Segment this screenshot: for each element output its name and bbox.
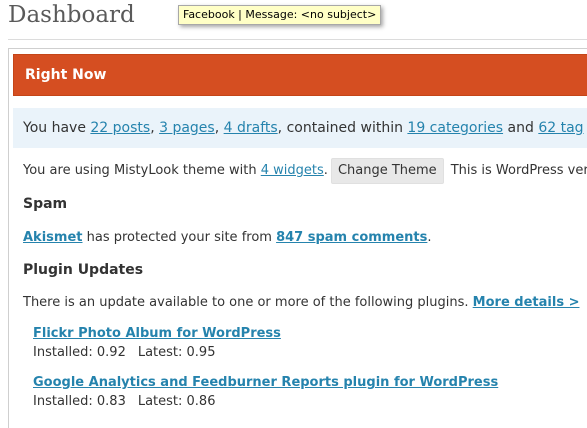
tags-link[interactable]: 62 tag xyxy=(538,120,583,136)
content-stats-row: You have 22 posts, 3 pages, 4 drafts, co… xyxy=(13,108,587,148)
plugin-version-google-analytics: Installed: 0.83 Latest: 0.86 xyxy=(33,394,215,409)
pages-link[interactable]: 3 pages xyxy=(159,120,215,136)
spam-end-text: . xyxy=(427,230,432,245)
categories-link[interactable]: 19 categories xyxy=(407,120,503,136)
tooltip: Facebook | Message: <no subject> xyxy=(178,5,382,25)
plugin-link-flickr[interactable]: Flickr Photo Album for WordPress xyxy=(33,326,281,341)
plugin-update-notice: There is an update available to one or m… xyxy=(23,295,579,310)
latest-version: Latest: 0.86 xyxy=(137,394,216,409)
right-now-header: Right Now xyxy=(13,54,587,96)
stats-separator: , xyxy=(214,120,224,136)
plugin-link-google-analytics[interactable]: Google Analytics and Feedburner Reports … xyxy=(33,375,498,390)
right-now-title: Right Now xyxy=(25,67,107,83)
installed-version: Installed: 0.92 xyxy=(33,345,126,360)
theme-period: . xyxy=(323,163,328,178)
stats-and-text: and xyxy=(503,120,539,136)
posts-link[interactable]: 22 posts xyxy=(90,120,150,136)
installed-version: Installed: 0.83 xyxy=(33,394,126,409)
stats-prefix: You have xyxy=(23,120,91,136)
spam-heading: Spam xyxy=(23,196,68,212)
theme-prefix: You are using MistyLook theme with xyxy=(23,163,261,178)
plugin-version-flickr: Installed: 0.92 Latest: 0.95 xyxy=(33,345,215,360)
drafts-link[interactable]: 4 drafts xyxy=(224,120,278,136)
widgets-link[interactable]: 4 widgets xyxy=(261,163,324,178)
theme-row: You are using MistyLook theme with 4 wid… xyxy=(23,158,587,184)
stats-text: You have 22 posts, 3 pages, 4 drafts, co… xyxy=(23,108,584,148)
title-divider xyxy=(8,39,587,40)
spam-line: Akismet has protected your site from 847… xyxy=(23,230,432,245)
plugin-notice-text: There is an update available to one or m… xyxy=(23,295,473,310)
spam-middle-text: has protected your site from xyxy=(82,230,277,245)
more-details-link[interactable]: More details > xyxy=(473,295,580,310)
page-title: Dashboard xyxy=(8,2,135,28)
change-theme-button[interactable]: Change Theme xyxy=(330,158,444,184)
stats-middle-text: , contained within xyxy=(277,120,408,136)
stats-separator: , xyxy=(150,120,160,136)
wordpress-version-text: This is WordPress version xyxy=(450,163,587,178)
spam-comments-link[interactable]: 847 spam comments xyxy=(276,230,427,245)
plugin-updates-heading: Plugin Updates xyxy=(23,262,144,278)
akismet-link[interactable]: Akismet xyxy=(23,230,82,245)
latest-version: Latest: 0.95 xyxy=(137,345,216,360)
